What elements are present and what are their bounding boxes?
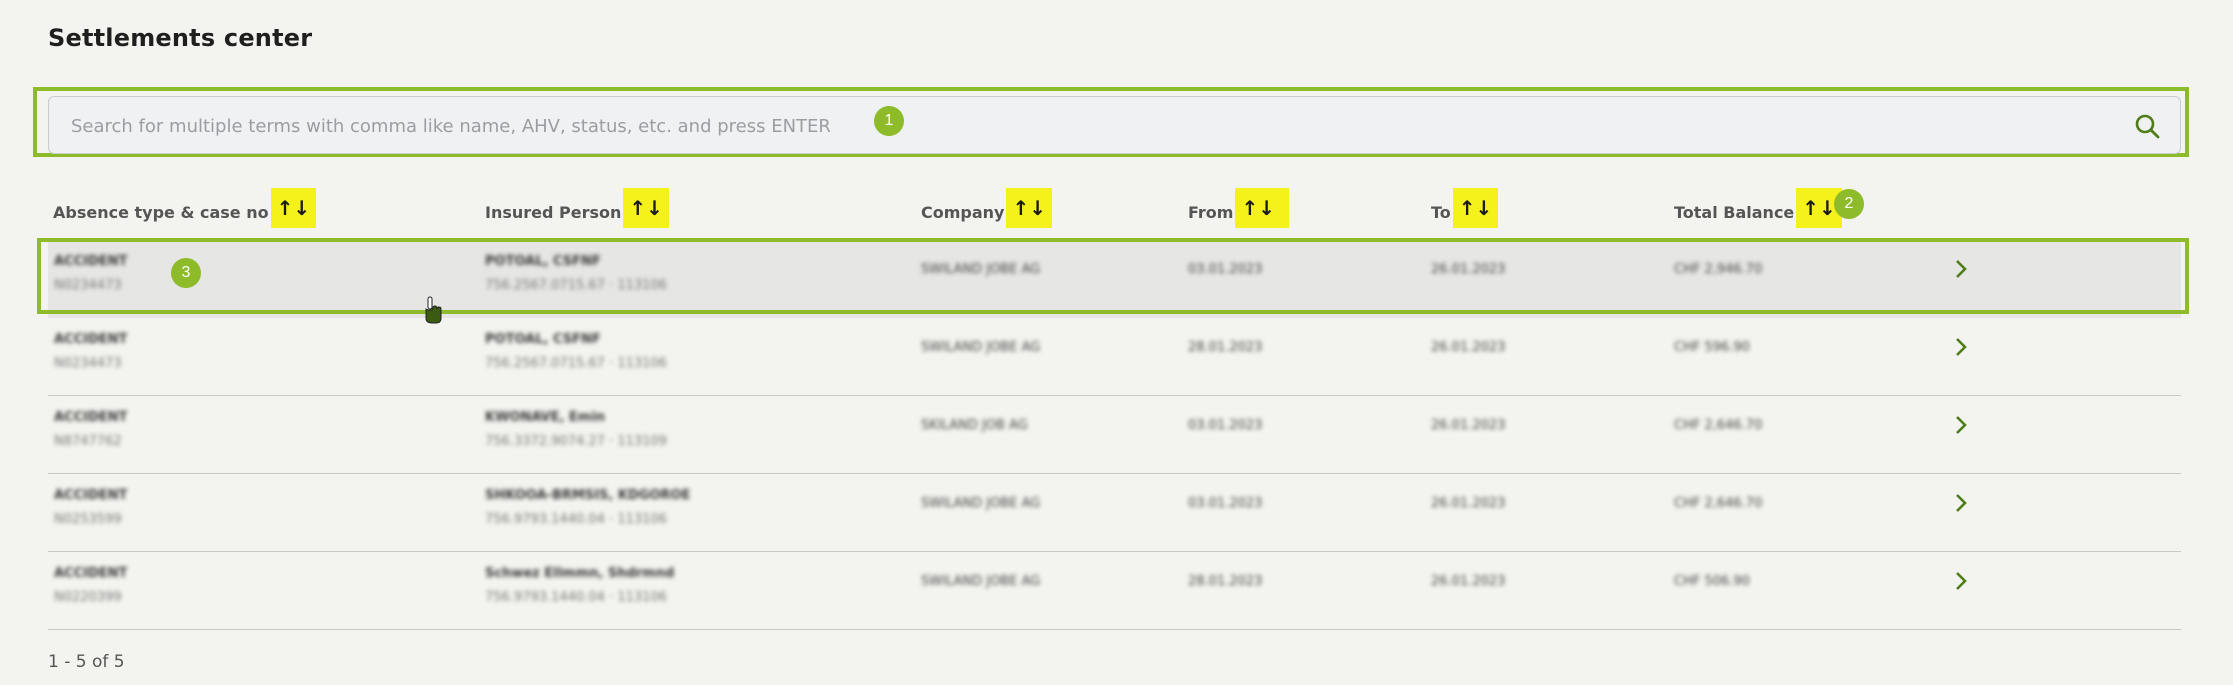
hand-cursor-icon	[425, 296, 442, 324]
sort-icon[interactable]: ↑↓	[1452, 188, 1499, 228]
column-header-from[interactable]: From ↑↓	[1188, 188, 1289, 228]
insured-person-ahv: 756.9793.1440.04 · 113106	[485, 512, 667, 527]
table-row[interactable]: ACCIDENT N8747762 KWONAVE, Emin 756.3372…	[48, 396, 2181, 474]
search-input[interactable]	[69, 97, 2053, 155]
total-balance: CHF 2,646.70	[1674, 496, 1763, 511]
sort-icon[interactable]: ↑↓	[1006, 188, 1052, 228]
sort-icon[interactable]: ↑↓	[1235, 188, 1289, 228]
chevron-right-icon[interactable]	[1950, 336, 1972, 358]
sort-icon[interactable]: ↑↓	[623, 188, 669, 228]
case-number: N0234473	[54, 356, 122, 371]
table-row[interactable]: ACCIDENT N0234473 POTOAL, CSFNF 756.2567…	[48, 318, 2181, 396]
column-label: Absence type & case no	[53, 202, 269, 222]
total-balance: CHF 596.90	[1674, 340, 1750, 355]
search-icon[interactable]	[2134, 113, 2160, 139]
insured-person-name: Schwez Ellmmn, Shdrmnd	[485, 566, 675, 581]
from-date: 28.01.2023	[1188, 340, 1263, 355]
column-label: Insured Person	[485, 202, 622, 222]
table-row[interactable]: ACCIDENT N0253599 SHKOOA-BRMSIS, KDGOROE…	[48, 474, 2181, 552]
to-date: 26.01.2023	[1431, 340, 1506, 355]
from-date: 28.01.2023	[1188, 574, 1263, 589]
to-date: 26.01.2023	[1431, 418, 1506, 433]
chevron-right-icon[interactable]	[1950, 570, 1972, 592]
column-label: To	[1431, 202, 1451, 222]
company: SKILAND JOB AG	[921, 418, 1028, 433]
insured-person-ahv: 756.3372.9074.27 · 113109	[485, 434, 667, 449]
column-header-total-balance[interactable]: Total Balance ↑↓	[1674, 188, 1842, 228]
absence-type: ACCIDENT	[54, 410, 128, 425]
case-number: N8747762	[54, 434, 122, 449]
insured-person-name: SHKOOA-BRMSIS, KDGOROE	[485, 488, 691, 503]
annotation-badge-search: 1	[874, 106, 904, 136]
company: SWILAND JOBE AG	[921, 340, 1041, 355]
column-header-to[interactable]: To ↑↓	[1431, 188, 1499, 228]
insured-person-ahv: 756.9793.1440.04 · 113106	[485, 590, 667, 605]
column-header-insured-person[interactable]: Insured Person ↑↓	[485, 188, 669, 228]
column-label: Total Balance	[1674, 202, 1795, 222]
pagination-summary: 1 - 5 of 5	[48, 652, 125, 672]
column-label: From	[1188, 202, 1234, 222]
company: SWILAND JOBE AG	[921, 496, 1041, 511]
column-label: Company	[921, 202, 1005, 222]
sort-icon[interactable]: ↑↓	[270, 188, 317, 228]
chevron-right-icon[interactable]	[1950, 414, 1972, 436]
from-date: 03.01.2023	[1188, 418, 1263, 433]
company: SWILAND JOBE AG	[921, 574, 1041, 589]
absence-type: ACCIDENT	[54, 332, 128, 347]
to-date: 26.01.2023	[1431, 496, 1506, 511]
absence-type: ACCIDENT	[54, 488, 128, 503]
total-balance: CHF 2,646.70	[1674, 418, 1763, 433]
row-annotation-frame	[37, 238, 2189, 314]
column-header-company[interactable]: Company ↑↓	[921, 188, 1052, 228]
table-row[interactable]: ACCIDENT N0220399 Schwez Ellmmn, Shdrmnd…	[48, 552, 2181, 630]
chevron-right-icon[interactable]	[1950, 492, 1972, 514]
insured-person-name: KWONAVE, Emin	[485, 410, 606, 425]
to-date: 26.01.2023	[1431, 574, 1506, 589]
insured-person-ahv: 756.2567.0715.67 · 113106	[485, 356, 667, 371]
annotation-badge-row: 3	[171, 258, 201, 288]
absence-type: ACCIDENT	[54, 566, 128, 581]
from-date: 03.01.2023	[1188, 496, 1263, 511]
total-balance: CHF 506.90	[1674, 574, 1750, 589]
annotation-badge-sort: 2	[1834, 189, 1864, 219]
case-number: N0253599	[54, 512, 122, 527]
search-box[interactable]	[48, 96, 2181, 155]
insured-person-name: POTOAL, CSFNF	[485, 332, 601, 347]
case-number: N0220399	[54, 590, 122, 605]
column-header-absence-type[interactable]: Absence type & case no ↑↓	[53, 188, 317, 228]
page-title: Settlements center	[48, 24, 313, 52]
